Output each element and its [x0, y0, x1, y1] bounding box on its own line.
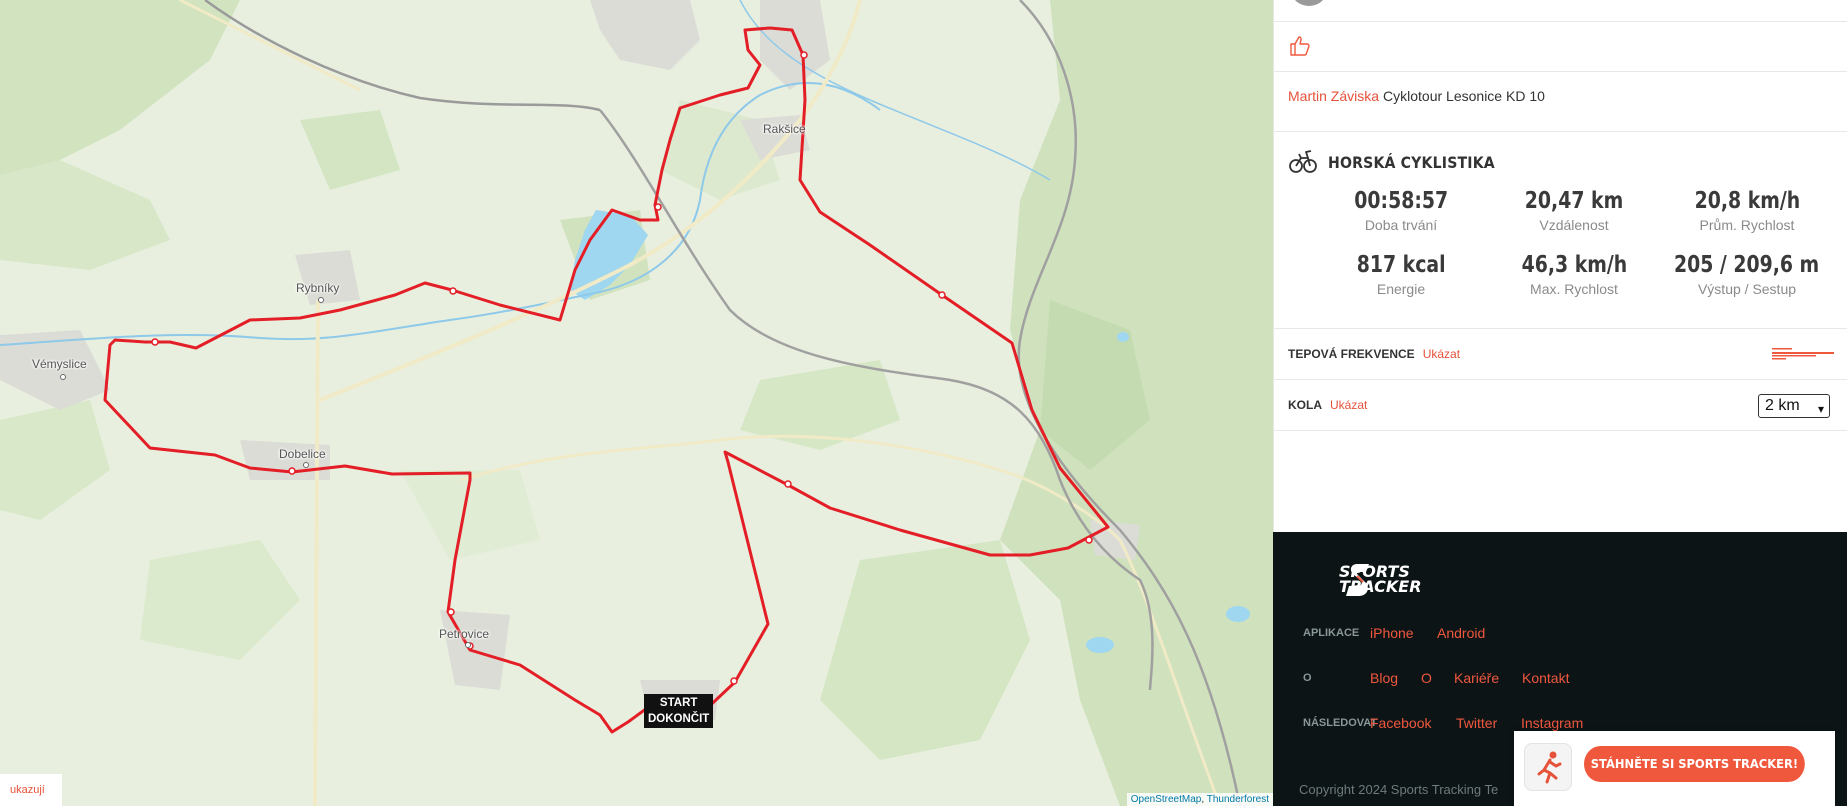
heart-rate-title: TEPOVÁ FREKVENCE — [1288, 347, 1415, 361]
map-attribution: OpenStreetMap, Thunderforest — [1126, 793, 1273, 806]
stats-section: HORSKÁ CYKLISTIKA 00:58:57 Doba trvání 2… — [1274, 132, 1847, 329]
author-link[interactable]: Martin Záviska — [1288, 88, 1379, 104]
map-base-layer — [0, 0, 1273, 806]
stat-label: Max. Rychlost — [1530, 281, 1618, 297]
logo-text[interactable]: SPORTS TRACKER — [1339, 564, 1422, 596]
footer-apps-label: APLIKACE — [1303, 627, 1360, 639]
footer-link-careers[interactable]: Kariéře — [1454, 670, 1499, 686]
footer-link-facebook[interactable]: Facebook — [1370, 715, 1431, 731]
workout-title-row: Martin Záviska Cyklotour Lesonice KD 10 — [1274, 72, 1847, 132]
route-map[interactable]: Rakšice Rybníky Vémyslice Dobelice Petro… — [0, 0, 1273, 806]
start-finish-marker[interactable]: START DOKONČIT — [644, 694, 714, 728]
lap-length-value: 2 km — [1765, 397, 1800, 414]
attribution-separator: , — [1201, 794, 1205, 805]
logo-line-2: TRACKER — [1339, 577, 1422, 596]
finish-label: DOKONČIT — [648, 713, 710, 725]
laps-show-link[interactable]: Ukázat — [1330, 398, 1367, 412]
stat-value: 205 / 209,6 m — [1674, 252, 1820, 278]
heart-rate-mini-chart-icon[interactable] — [1772, 346, 1834, 364]
osm-link[interactable]: OpenStreetMap — [1131, 794, 1202, 805]
stat-avg-speed: 20,8 km/h Prům. Rychlost — [1652, 188, 1842, 233]
sport-name: HORSKÁ CYKLISTIKA — [1328, 153, 1495, 172]
place-petrovice: Petrovice — [439, 627, 490, 641]
stat-duration: 00:58:57 Doba trvání — [1306, 188, 1496, 233]
stat-label: Prům. Rychlost — [1699, 217, 1795, 233]
app-icon[interactable] — [1524, 743, 1572, 791]
workout-panel: Martin Záviska Cyklotour Lesonice KD 10 H… — [1273, 0, 1847, 532]
footer-link-twitter[interactable]: Twitter — [1456, 715, 1497, 731]
stat-value: 817 kcal — [1356, 252, 1446, 278]
stat-value: 00:58:57 — [1354, 188, 1448, 214]
heart-rate-row: TEPOVÁ FREKVENCE Ukázat — [1274, 329, 1847, 380]
place-rakšice: Rakšice — [763, 122, 806, 136]
place-dot — [303, 462, 309, 468]
place-dot — [318, 297, 324, 303]
start-label: START — [659, 697, 698, 709]
heart-rate-show-link[interactable]: Ukázat — [1423, 347, 1460, 361]
footer-link-about[interactable]: O — [1421, 670, 1432, 686]
footer-link-iphone[interactable]: iPhone — [1370, 625, 1414, 641]
stat-label: Energie — [1376, 281, 1426, 297]
stat-distance: 20,47 km Vzdálenost — [1479, 188, 1669, 233]
header-divider — [1274, 0, 1847, 22]
stat-ascent-descent: 205 / 209,6 m Výstup / Sestup — [1652, 252, 1842, 297]
place-rybniky: Rybníky — [296, 281, 340, 295]
laps-title: KOLA — [1288, 398, 1322, 412]
place-vemyslice: Vémyslice — [32, 357, 87, 371]
stat-value: 20,8 km/h — [1694, 188, 1800, 214]
footer-follow-label: NÁSLEDOVAT — [1303, 717, 1378, 729]
footer-about-label: O — [1303, 672, 1312, 684]
place-dot — [465, 642, 471, 648]
place-dobelice: Dobelice — [279, 447, 326, 461]
download-app-button[interactable]: STÁHNĚTE SI SPORTS TRACKER! — [1584, 746, 1805, 782]
lap-length-select[interactable]: 2 km ▾ — [1758, 394, 1830, 418]
stat-energy: 817 kcal Energie — [1306, 252, 1496, 297]
footer-copyright: Copyright 2024 Sports Tracking Te — [1299, 782, 1499, 797]
mountain-bike-icon — [1289, 150, 1317, 173]
showing-link[interactable]: ukazují — [0, 774, 62, 806]
stat-max-speed: 46,3 km/h Max. Rychlost — [1479, 252, 1669, 297]
like-row — [1274, 22, 1847, 72]
footer-link-blog[interactable]: Blog — [1370, 670, 1398, 686]
place-dot — [60, 374, 66, 380]
stat-label: Výstup / Sestup — [1697, 281, 1797, 297]
stat-value: 46,3 km/h — [1521, 252, 1627, 278]
chevron-down-icon: ▾ — [1817, 402, 1824, 416]
thumbs-up-icon[interactable] — [1288, 34, 1312, 58]
laps-row: KOLA Ukázat 2 km ▾ — [1274, 380, 1847, 431]
download-banner: STÁHNĚTE SI SPORTS TRACKER! — [1514, 731, 1835, 806]
footer-link-instagram[interactable]: Instagram — [1521, 715, 1583, 731]
workout-title: Cyklotour Lesonice KD 10 — [1383, 88, 1545, 104]
runner-icon — [1537, 751, 1562, 784]
footer-link-contact[interactable]: Kontakt — [1522, 670, 1569, 686]
stat-label: Vzdálenost — [1539, 217, 1609, 233]
stat-label: Doba trvání — [1364, 217, 1438, 233]
stat-value: 20,47 km — [1524, 188, 1624, 214]
footer-link-android[interactable]: Android — [1437, 625, 1485, 641]
thunderforest-link[interactable]: Thunderforest — [1207, 794, 1269, 805]
